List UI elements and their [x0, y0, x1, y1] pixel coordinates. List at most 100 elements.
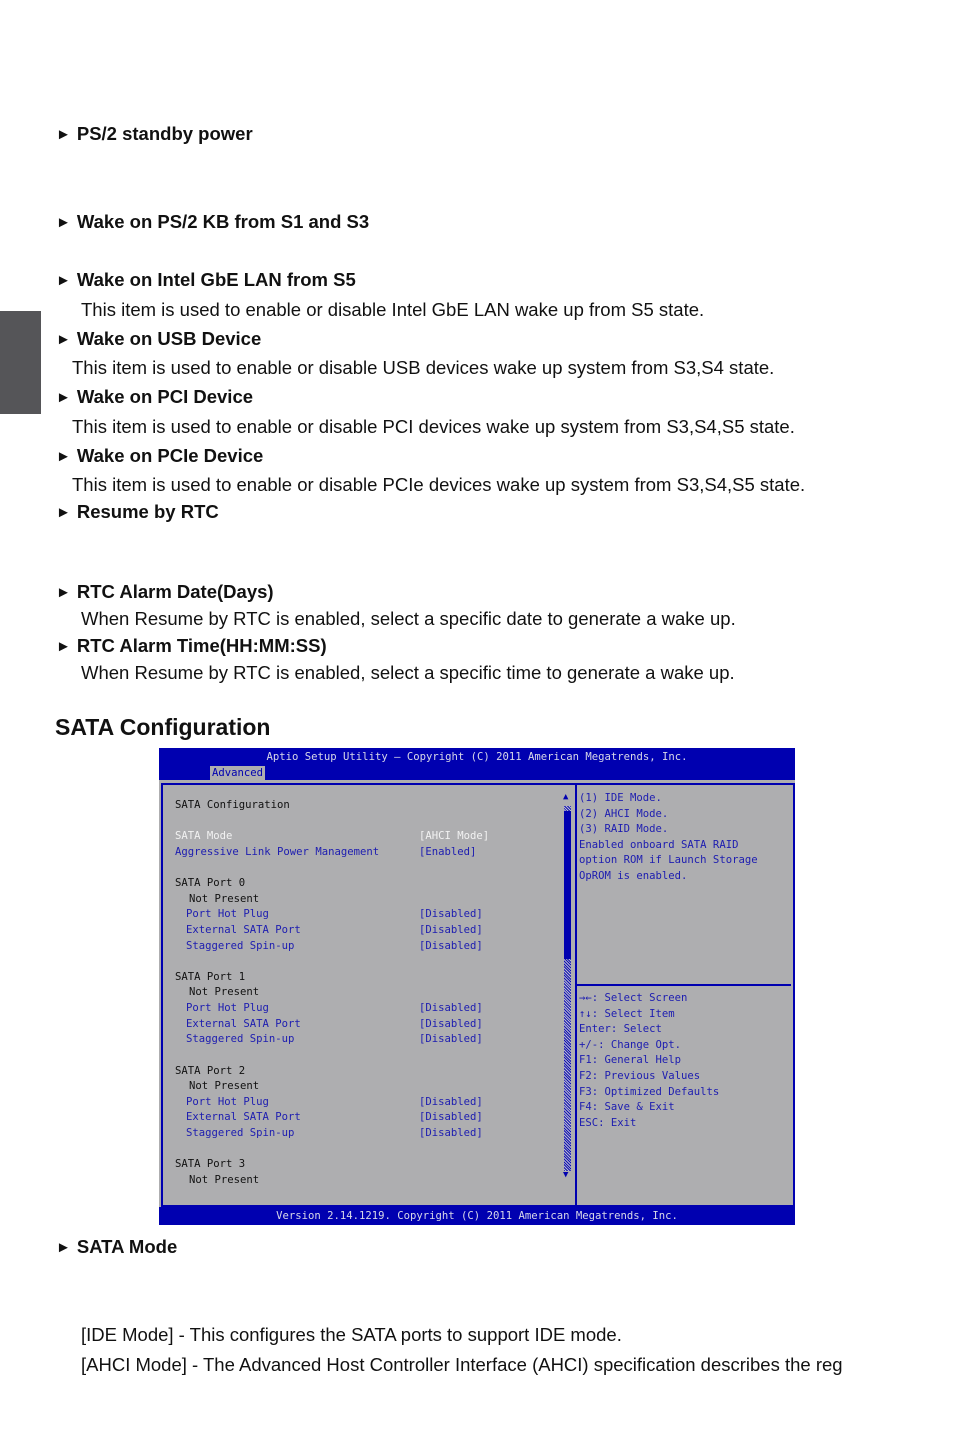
scroll-down-icon[interactable]: ▼ — [563, 1170, 568, 1180]
bios-setting-label: Port Hot Plug — [186, 1002, 269, 1014]
bios-setting-value[interactable]: [Disabled] — [419, 1032, 483, 1047]
bios-setting-label: Staggered Spin-up — [186, 940, 295, 952]
bios-setting-label: Not Present — [189, 986, 260, 998]
bios-setting-row: SATA Port 3 — [175, 1157, 245, 1172]
bios-setting-row: SATA Port 0 — [175, 876, 245, 891]
bios-setting-row: Not Present — [189, 1079, 259, 1094]
bios-setting-row[interactable]: External SATA Port — [186, 1110, 301, 1125]
item-heading-resume-rtc: ► Resume by RTC — [56, 501, 219, 522]
arrow-icon: ► — [56, 584, 71, 601]
item-desc-rtc-date: When Resume by RTC is enabled, select a … — [81, 608, 736, 629]
bios-setting-row: Not Present — [189, 985, 259, 1000]
bios-setting-label: Staggered Spin-up — [186, 1033, 295, 1045]
bios-setting-row[interactable]: Staggered Spin-up — [186, 1032, 294, 1047]
item-heading-wake-pcie: ► Wake on PCIe Device — [56, 445, 264, 466]
bios-setting-label: Port Hot Plug — [186, 908, 269, 920]
help-text-line: option ROM if Launch Storage — [579, 854, 758, 867]
arrow-icon: ► — [56, 1239, 71, 1256]
item-desc-wake-usb: This item is used to enable or disable U… — [72, 357, 775, 378]
item-heading-wake-gbe-lan: ► Wake on Intel GbE LAN from S5 — [56, 269, 356, 290]
key-legend-line: +/-: Change Opt. — [579, 1038, 682, 1051]
bios-setting-label: External SATA Port — [186, 924, 301, 936]
bios-setting-label: SATA Configuration — [175, 799, 290, 811]
arrow-icon: ► — [56, 504, 71, 521]
bios-setting-row[interactable]: Staggered Spin-up — [186, 939, 294, 954]
item-heading-sata-mode: ► SATA Mode — [56, 1236, 178, 1257]
bios-setting-value[interactable]: [Disabled] — [419, 907, 483, 922]
item-heading-rtc-time: ► RTC Alarm Time(HH:MM:SS) — [56, 635, 327, 656]
key-legend-line: ESC: Exit — [579, 1116, 637, 1129]
arrow-icon: ► — [56, 214, 71, 231]
scrollbar-thumb[interactable] — [564, 811, 571, 959]
help-text-line: (2) AHCI Mode. — [579, 807, 669, 820]
bios-setting-row: Not Present — [189, 892, 259, 907]
bios-setting-value[interactable]: [Disabled] — [419, 1095, 483, 1110]
bios-setting-label: External SATA Port — [186, 1018, 301, 1030]
help-text-line: OpROM is enabled. — [579, 870, 688, 882]
help-text-line: (3) RAID Mode. — [579, 823, 669, 836]
key-legend-line: F4: Save & Exit — [579, 1101, 675, 1114]
bios-setting-value[interactable]: [Disabled] — [419, 1001, 483, 1016]
arrow-icon: ► — [56, 389, 71, 406]
bios-setting-label: SATA Port 3 — [175, 1158, 246, 1170]
item-desc-wake-pcie: This item is used to enable or disable P… — [72, 474, 806, 495]
bios-tab-advanced[interactable]: Advanced — [210, 766, 266, 780]
bios-setting-value[interactable]: [Disabled] — [419, 939, 483, 954]
bios-setting-label: External SATA Port — [186, 1111, 301, 1123]
key-legend-line: F2: Previous Values — [579, 1070, 701, 1082]
bios-screenshot: Aptio Setup Utility – Copyright (C) 2011… — [159, 748, 795, 1225]
arrow-icon: ► — [56, 126, 71, 143]
help-text-line: (1) IDE Mode. — [579, 792, 662, 804]
item-heading-wake-usb: ► Wake on USB Device — [56, 328, 262, 349]
chapter-tab-marker — [0, 311, 41, 414]
key-legend-line: Enter: Select — [579, 1023, 662, 1036]
scroll-up-icon[interactable]: ▲ — [563, 792, 568, 802]
key-legend-line: ↑↓: Select Item — [579, 1007, 675, 1020]
help-text-line: Enabled onboard SATA RAID — [579, 838, 739, 851]
bios-setting-value[interactable]: [Disabled] — [419, 1110, 483, 1125]
bios-setting-label: SATA Mode — [175, 830, 233, 842]
bios-setting-label: Not Present — [189, 893, 260, 905]
bios-header: Aptio Setup Utility – Copyright (C) 2011… — [159, 748, 795, 780]
bios-setting-label: Not Present — [189, 1080, 260, 1092]
bios-setting-value[interactable]: [Disabled] — [419, 923, 483, 938]
bios-setting-row[interactable]: Staggered Spin-up — [186, 1126, 294, 1141]
bios-setting-row: SATA Port 1 — [175, 970, 245, 985]
bios-setting-value[interactable]: [AHCI Mode] — [419, 829, 489, 844]
bios-setting-label: SATA Port 2 — [175, 1065, 246, 1077]
bios-setting-label: Staggered Spin-up — [186, 1127, 295, 1139]
arrow-icon: ► — [56, 638, 71, 655]
bios-setting-value[interactable]: [Disabled] — [419, 1017, 483, 1032]
key-legend-line: F3: Optimized Defaults — [579, 1085, 720, 1098]
bios-setting-row[interactable]: External SATA Port — [186, 923, 301, 938]
bios-footer: Version 2.14.1219. Copyright (C) 2011 Am… — [159, 1207, 795, 1225]
sata-mode-ahci-desc: [AHCI Mode] - The Advanced Host Controll… — [81, 1354, 843, 1375]
bios-setting-value[interactable]: [Disabled] — [419, 1126, 483, 1141]
bios-setting-label: SATA Port 0 — [175, 877, 246, 889]
arrow-icon: ► — [56, 272, 71, 289]
bios-title: Aptio Setup Utility – Copyright (C) 2011… — [266, 751, 688, 763]
bios-setting-label: Not Present — [189, 1174, 260, 1186]
key-legend-line: →←: Select Screen — [579, 992, 688, 1004]
bios-setting-row: SATA Configuration — [175, 798, 290, 813]
bios-setting-label: Aggressive Link Power Management — [175, 846, 380, 858]
bios-setting-value[interactable]: [Enabled] — [419, 845, 476, 860]
bios-setting-row[interactable]: External SATA Port — [186, 1017, 301, 1032]
bios-setting-row[interactable]: Port Hot Plug — [186, 907, 269, 922]
bios-setting-row[interactable]: Port Hot Plug — [186, 1001, 269, 1016]
bios-setting-row[interactable]: SATA Mode — [175, 829, 232, 844]
bios-setting-label: Port Hot Plug — [186, 1096, 269, 1108]
arrow-icon: ► — [56, 448, 71, 465]
item-heading-wake-ps2-kb: ► Wake on PS/2 KB from S1 and S3 — [56, 211, 370, 232]
bios-setting-row[interactable]: Port Hot Plug — [186, 1095, 269, 1110]
key-legend-line: F1: General Help — [579, 1054, 682, 1067]
help-divider — [577, 984, 791, 986]
item-desc-wake-pci: This item is used to enable or disable P… — [72, 416, 795, 437]
arrow-icon: ► — [56, 331, 71, 348]
item-desc-wake-gbe-lan: This item is used to enable or disable I… — [81, 299, 705, 320]
bios-setting-row[interactable]: Aggressive Link Power Management — [175, 845, 379, 860]
sata-mode-ide-desc: [IDE Mode] - This configures the SATA po… — [81, 1324, 622, 1345]
item-heading-wake-pci: ► Wake on PCI Device — [56, 386, 254, 407]
section-title: SATA Configuration — [55, 714, 271, 740]
item-heading-rtc-date: ► RTC Alarm Date(Days) — [56, 581, 274, 602]
